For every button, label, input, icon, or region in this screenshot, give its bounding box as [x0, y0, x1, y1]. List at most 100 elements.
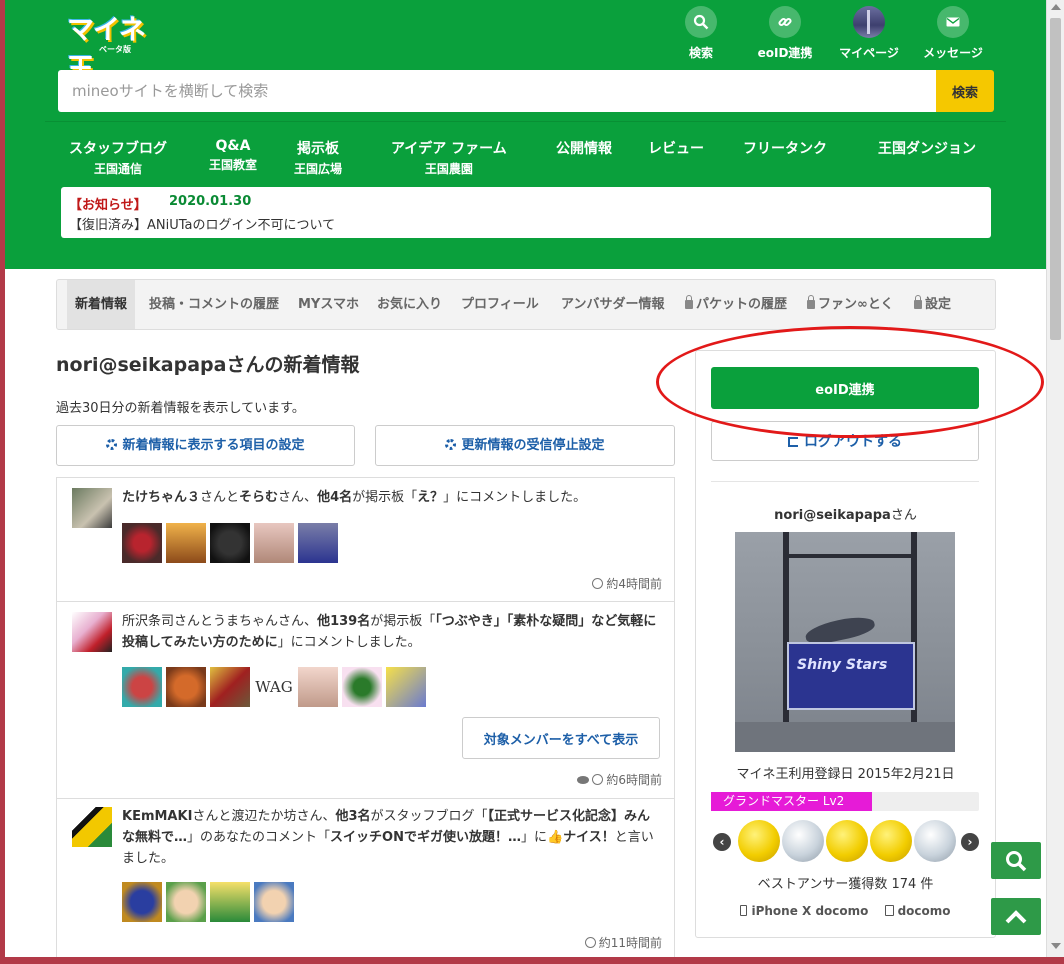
feed-avatar[interactable] [72, 807, 112, 847]
nav-title: 公開情報 [556, 141, 612, 157]
search-input[interactable] [58, 70, 936, 112]
nav-qa[interactable]: Q&A 王国教室 [209, 138, 257, 173]
username-text: nori@seikapapa [774, 508, 891, 523]
vertical-scrollbar[interactable] [1046, 0, 1064, 957]
notice-text[interactable]: 【復旧済み】ANiUTaのログイン不可について [69, 214, 335, 233]
feed-text-span: さんと [200, 490, 240, 505]
nav-staff-blog[interactable]: スタッフブログ 王国通信 [69, 138, 167, 177]
chevron-right-icon[interactable]: › [961, 833, 979, 851]
nav-dungeon[interactable]: 王国ダンジョン [878, 138, 976, 158]
tab-label: 投稿・コメントの履歴 [149, 297, 280, 312]
scroll-thumb[interactable] [1050, 18, 1061, 340]
feed-avatar[interactable] [72, 488, 112, 528]
tab-settings[interactable]: 設定 [914, 280, 951, 329]
member-thumb[interactable] [254, 523, 294, 563]
member-thumb[interactable] [254, 882, 294, 922]
tab-my-smartphone[interactable]: MYスマホ [298, 280, 359, 329]
member-thumb[interactable] [166, 667, 206, 707]
page-title: nori@seikapapaさんの新着情報 [56, 354, 360, 376]
feed-time-text: 約6時間前 [606, 773, 662, 787]
sim-icon [884, 905, 894, 916]
member-thumb[interactable] [122, 523, 162, 563]
photo-detail [785, 554, 915, 558]
feed-avatar[interactable] [72, 612, 112, 652]
tab-news[interactable]: 新着情報 [67, 280, 136, 329]
member-thumb[interactable] [210, 882, 250, 922]
scroll-top-button[interactable] [991, 898, 1041, 935]
tab-ambassador[interactable]: アンバサダー情報 [561, 280, 664, 329]
feed-text-span: がスタッフブログ「 [370, 809, 488, 824]
header-mypage-link[interactable]: マイページ [824, 6, 914, 61]
user-avatar [853, 6, 885, 38]
member-thumb[interactable] [166, 523, 206, 563]
member-thumb[interactable] [298, 523, 338, 563]
lock-icon [685, 295, 693, 309]
news-settings-button[interactable]: 新着情報に表示する項目の設定 [56, 425, 355, 466]
member-thumb[interactable] [386, 667, 426, 707]
scroll-up-arrow-icon[interactable] [1051, 4, 1061, 10]
notice-box[interactable]: 【お知らせ】 2020.01.30 【復旧済み】ANiUTaのログイン不可につい… [61, 187, 991, 238]
feed-text-strong[interactable]: そらむ [239, 490, 278, 505]
member-thumb[interactable] [122, 882, 162, 922]
feed-text-strong[interactable]: たけちゃん３ [122, 490, 200, 505]
member-thumb-wag[interactable]: WAG [254, 667, 294, 707]
member-thumb[interactable] [166, 882, 206, 922]
bubbles-badge-icon[interactable] [782, 820, 824, 862]
mail-icon [937, 6, 969, 38]
tab-favorites[interactable]: お気に入り [377, 280, 442, 329]
thumbs-up-badge-icon[interactable] [738, 820, 780, 862]
header-search-link[interactable]: 検索 [656, 6, 746, 61]
member-thumb[interactable] [342, 667, 382, 707]
logout-button[interactable]: ログアウトする [711, 421, 979, 461]
member-thumb[interactable] [298, 667, 338, 707]
mypage-tabs: 新着情報 投稿・コメントの履歴 MYスマホ お気に入り プロフィール アンバサダ… [56, 279, 996, 330]
tab-post-history[interactable]: 投稿・コメントの履歴 [149, 280, 279, 329]
feed-time-text: 約4時間前 [606, 577, 662, 591]
phone-badge-icon[interactable] [826, 820, 868, 862]
feed-text-span: さんと [192, 809, 232, 824]
feed-text-strong[interactable]: 他4名 [317, 490, 352, 505]
nav-subtitle: 王国通信 [93, 162, 142, 176]
tab-fan-toku[interactable]: ファン∞とく [807, 280, 893, 329]
site-header: マイネ王 ベータ版 検索 eoID連携 マイページ メッセージ [5, 0, 1046, 269]
tab-packet-history[interactable]: パケットの履歴 [685, 280, 787, 329]
scroll-down-arrow-icon[interactable] [1051, 943, 1061, 949]
nav-board[interactable]: 掲示板 王国広場 [294, 138, 342, 177]
stop-notify-button[interactable]: 更新情報の受信停止設定 [375, 425, 675, 466]
header-eoid-link[interactable]: eoID連携 [740, 6, 830, 61]
feed-text-strong[interactable]: ナイス！ [563, 830, 615, 845]
nav-public-info[interactable]: 公開情報 [556, 138, 612, 158]
nav-free-tank[interactable]: フリータンク [743, 138, 827, 158]
member-thumb[interactable] [122, 667, 162, 707]
feed-text-span: 」にコメントしました。 [443, 490, 587, 505]
nav-divider [45, 121, 1006, 122]
feed-item: KEmMAKIさんと渡辺たか坊さん、他3名がスタッフブログ「【正式サービス化記念… [57, 799, 674, 957]
tab-profile[interactable]: プロフィール [461, 280, 539, 329]
member-thumb[interactable] [210, 667, 250, 707]
profile-photo[interactable]: Shiny Stars [735, 532, 955, 752]
pen-badge-icon[interactable] [870, 820, 912, 862]
clock-icon [584, 937, 596, 948]
feed-text-strong[interactable]: KEmMAKI [122, 809, 192, 824]
feed-text-strong[interactable]: スイッチONでギガ使い放題！… [330, 830, 521, 845]
nav-idea-farm[interactable]: アイデア ファーム 王国農園 [391, 138, 507, 177]
site-logo[interactable]: マイネ王 ベータ版 [67, 8, 167, 85]
feed-text-strong[interactable]: 他139名 [317, 614, 370, 629]
photo-detail [735, 722, 955, 752]
feed-text-strong[interactable]: 他3名 [335, 809, 370, 824]
feed-time: 約4時間前 [592, 575, 662, 592]
eoid-link-button[interactable]: eoID連携 [711, 367, 979, 409]
floating-search-button[interactable] [991, 842, 1041, 879]
news-settings-label: 新着情報に表示する項目の設定 [122, 438, 305, 453]
nav-review[interactable]: レビュー [648, 138, 704, 158]
feed-text: KEmMAKIさんと渡辺たか坊さん、他3名がスタッフブログ「【正式サービス化記念… [122, 806, 662, 869]
feed-text: たけちゃん３さんとそらむさん、他4名が掲示板「え？」にコメントしました。 [122, 487, 662, 508]
search-button[interactable]: 検索 [936, 70, 994, 112]
phone-icon [740, 905, 748, 916]
header-message-link[interactable]: メッセージ [908, 6, 998, 61]
search-badge-icon[interactable] [914, 820, 956, 862]
member-thumb[interactable] [210, 523, 250, 563]
chevron-left-icon[interactable]: ‹ [713, 833, 731, 851]
feed-text-strong[interactable]: え？ [417, 490, 443, 505]
show-all-members-button[interactable]: 対象メンバーをすべて表示 [462, 717, 660, 759]
